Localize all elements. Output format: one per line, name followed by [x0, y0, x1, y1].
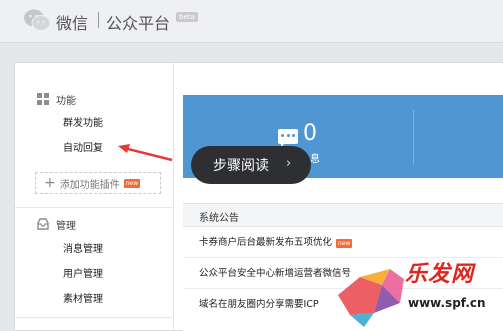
new-message-count[interactable]: 0 [303, 121, 317, 146]
chevron-right-icon: › [286, 156, 292, 171]
sidebar-section-function: 功能 [37, 91, 76, 107]
sidebar-item-materials[interactable]: 素材管理 [63, 293, 103, 307]
notice-link[interactable]: 卡券商户后台最新发布五项优化 [199, 237, 332, 248]
notice-row[interactable]: 公众平台安全中心新增运营者微信号 [199, 267, 351, 281]
inbox-icon [37, 218, 49, 230]
banner-divider [413, 110, 414, 165]
sidebar-item-mass-send[interactable]: 群发功能 [63, 117, 103, 131]
watermark-text: 乐发网 [405, 262, 475, 287]
notice-title: 系统公告 [199, 213, 239, 224]
tooltip-label: 步骤阅读 [213, 158, 269, 174]
top-header: 微信 公众平台 beta [0, 0, 503, 43]
wechat-logo-icon[interactable] [23, 8, 51, 32]
add-plugin-label: 添加功能插件 [59, 179, 120, 191]
new-badge: new [123, 178, 141, 188]
sidebar-section-label: 功能 [56, 95, 76, 107]
notice-link[interactable]: 域名在朋友圈内分享需要ICP [199, 299, 319, 310]
message-icon [278, 129, 298, 144]
sidebar-section-manage: 管理 [37, 216, 76, 232]
add-plugin-button[interactable]: + 添加功能插件 new [35, 172, 161, 194]
new-badge: new [336, 239, 353, 248]
sidebar-item-users[interactable]: 用户管理 [63, 268, 103, 282]
grid-icon [37, 93, 49, 105]
new-message-label: 息 [310, 154, 320, 165]
plus-icon: + [44, 175, 56, 191]
sidebar-item-messages[interactable]: 消息管理 [63, 243, 103, 257]
brand-divider [98, 12, 99, 28]
notice-header: 系统公告 [183, 204, 503, 227]
sidebar-section-label: 管理 [56, 220, 76, 232]
sidebar: 功能 群发功能 自动回复 + 添加功能插件 new 管理 消息管理 用户管理 素… [15, 63, 174, 330]
notice-link[interactable]: 公众平台安全中心新增运营者微信号 [199, 268, 351, 279]
brand-name: 微信 [56, 14, 89, 33]
sidebar-divider [15, 207, 173, 208]
product-name: 公众平台 [106, 14, 171, 33]
beta-badge: beta [176, 12, 198, 22]
step-reading-tooltip[interactable]: 步骤阅读 › [191, 146, 311, 184]
notice-row[interactable]: 卡券商户后台最新发布五项优化 new [199, 236, 353, 250]
sidebar-divider [15, 317, 173, 318]
notice-row[interactable]: 域名在朋友圈内分享需要ICP [199, 298, 319, 312]
watermark-url: www.spf.cn [408, 296, 486, 310]
sidebar-item-auto-reply[interactable]: 自动回复 [63, 142, 103, 156]
annotation-arrow [118, 144, 173, 162]
